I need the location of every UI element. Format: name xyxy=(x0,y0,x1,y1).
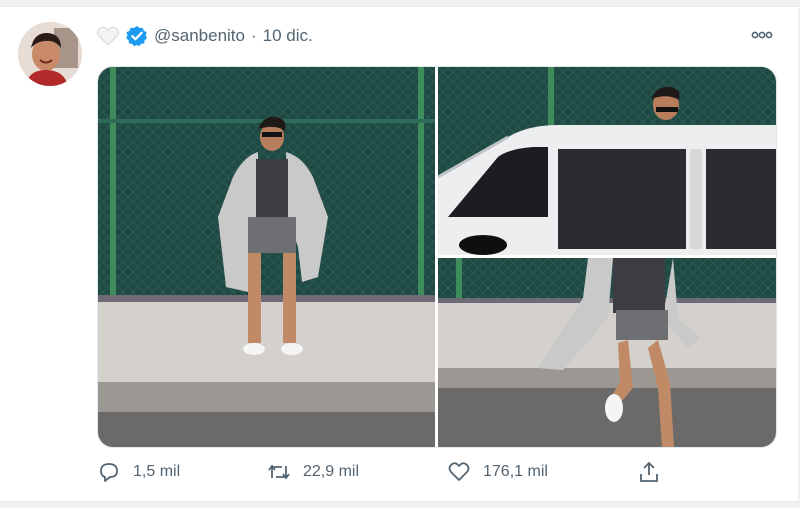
photo-standing-robe-image xyxy=(98,67,435,447)
reply-count: 1,5 mil xyxy=(133,463,181,480)
photo-standing-robe[interactable] xyxy=(98,67,435,447)
share-button[interactable] xyxy=(637,457,661,487)
white-heart-emoji-icon xyxy=(97,26,119,46)
photo-stepping-street-image xyxy=(438,258,776,447)
retweet-count: 22,9 mil xyxy=(303,463,360,480)
retweet-icon xyxy=(268,464,290,480)
more-options-icon[interactable] xyxy=(750,25,774,45)
tweet-date[interactable]: 10 dic. xyxy=(263,26,313,46)
photo-stepping-street[interactable] xyxy=(438,258,776,447)
reply-button[interactable]: 1,5 mil xyxy=(97,457,180,487)
like-button[interactable]: 176,1 mil xyxy=(447,457,548,487)
share-icon xyxy=(640,461,658,482)
user-handle[interactable]: @sanbenito xyxy=(154,26,245,46)
like-icon xyxy=(448,462,470,481)
tweet-header: @sanbenito · 10 dic. xyxy=(96,23,313,49)
avatar-image xyxy=(18,22,82,86)
retweet-button[interactable]: 22,9 mil xyxy=(267,457,359,487)
like-count: 176,1 mil xyxy=(483,463,548,480)
tweet-card[interactable]: @sanbenito · 10 dic. 1,5 mil 22,9 mil 17… xyxy=(0,6,798,502)
header-separator: · xyxy=(251,26,257,45)
photo-car-window-image xyxy=(438,67,776,255)
reply-icon xyxy=(100,463,118,482)
verified-badge-icon xyxy=(126,26,147,47)
media-grid xyxy=(97,66,777,448)
tweet-actions: 1,5 mil 22,9 mil 176,1 mil xyxy=(97,457,677,487)
avatar[interactable] xyxy=(18,22,82,86)
photo-car-window[interactable] xyxy=(438,67,776,255)
